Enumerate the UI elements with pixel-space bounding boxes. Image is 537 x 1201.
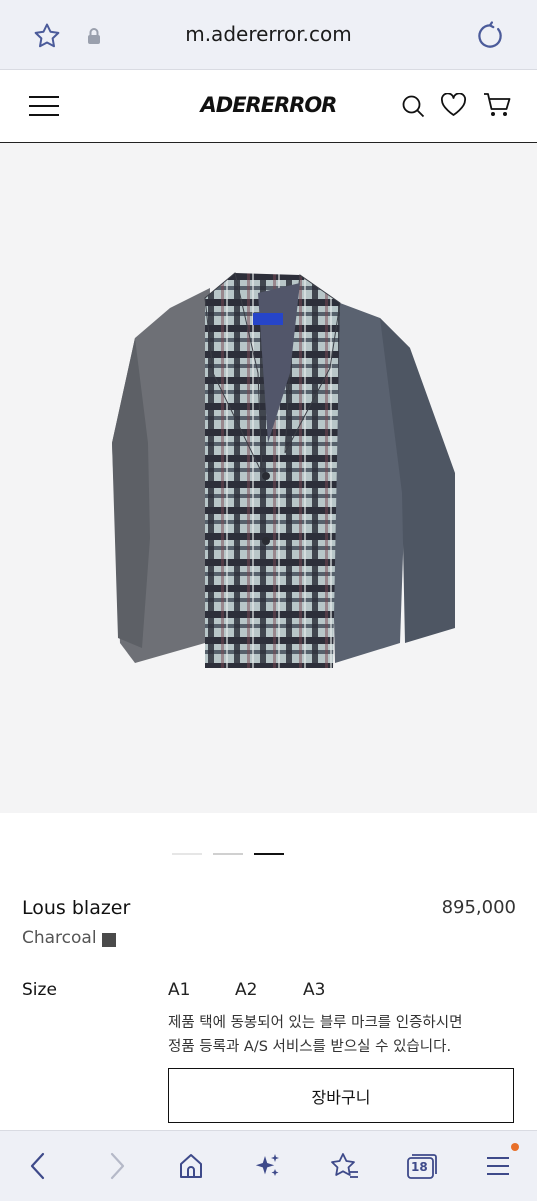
- size-option-a2[interactable]: A2: [235, 980, 257, 1000]
- heart-icon[interactable]: [440, 92, 468, 119]
- authenticity-notice: 제품 택에 동봉되어 있는 블루 마크를 인증하시면 정품 등록과 A/S 서비…: [168, 1011, 518, 1059]
- gallery-indicator-1[interactable]: [172, 853, 202, 855]
- bookmarks-icon[interactable]: [325, 1146, 365, 1186]
- forward-icon[interactable]: [97, 1146, 137, 1186]
- reload-icon[interactable]: [472, 18, 508, 54]
- color-name: Charcoal: [22, 928, 97, 948]
- cart-icon[interactable]: [483, 92, 513, 120]
- home-icon[interactable]: [171, 1146, 211, 1186]
- product-price: 895,000: [441, 897, 516, 918]
- product-name: Lous blazer: [22, 897, 131, 919]
- url-text[interactable]: m.adererror.com: [0, 22, 537, 46]
- size-option-a1[interactable]: A1: [168, 980, 190, 1000]
- search-icon[interactable]: [401, 94, 427, 120]
- tab-count: 18: [411, 1160, 428, 1174]
- notice-line-2: 정품 등록과 A/S 서비스를 받으실 수 있습니다.: [168, 1039, 452, 1055]
- sparkle-icon[interactable]: [248, 1146, 288, 1186]
- color-swatch[interactable]: [102, 933, 116, 947]
- menu-more-icon[interactable]: [478, 1146, 518, 1186]
- gallery-indicator-3-active[interactable]: [254, 853, 284, 855]
- notice-line-1: 제품 택에 동봉되어 있는 블루 마크를 인증하시면: [168, 1015, 463, 1031]
- size-option-a3[interactable]: A3: [303, 980, 325, 1000]
- size-label: Size: [22, 980, 57, 1000]
- back-icon[interactable]: [18, 1146, 58, 1186]
- gallery-indicator-2[interactable]: [213, 853, 243, 855]
- notification-dot: [511, 1143, 519, 1151]
- tabs-icon[interactable]: 18: [401, 1146, 441, 1186]
- add-to-cart-button[interactable]: 장바구니: [168, 1068, 514, 1123]
- product-image[interactable]: [0, 143, 537, 813]
